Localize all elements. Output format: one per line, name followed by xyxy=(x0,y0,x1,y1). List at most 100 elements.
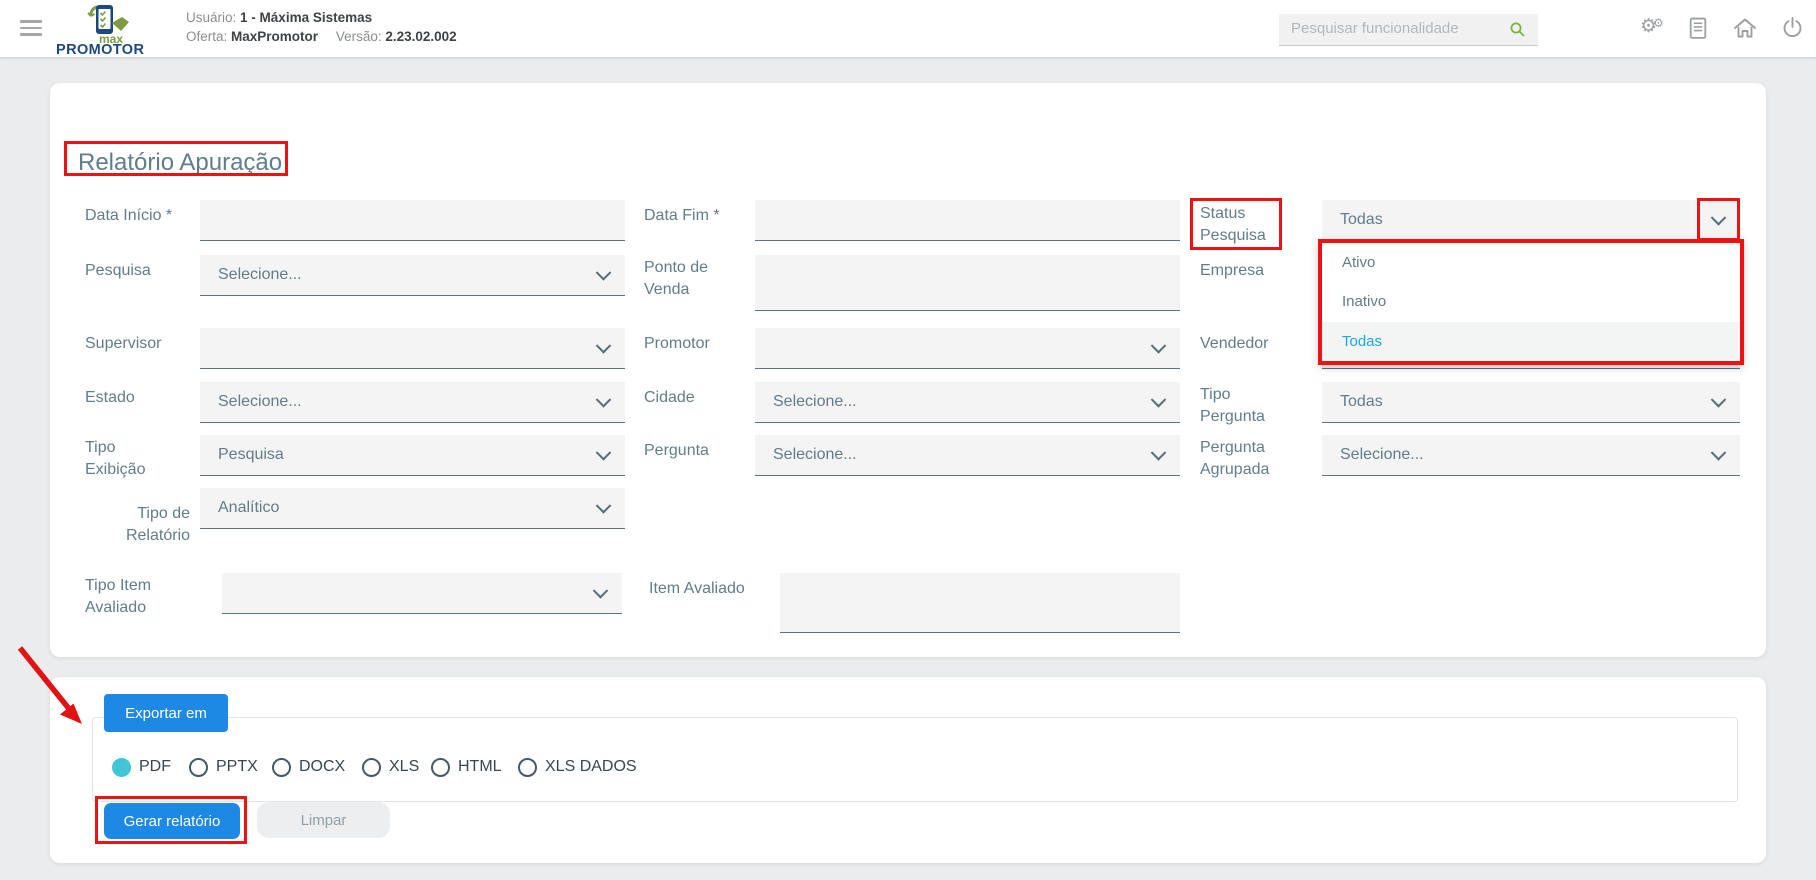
format-label: PPTX xyxy=(216,758,258,775)
clear-button[interactable]: Limpar xyxy=(257,802,390,838)
top-bar: max PROMOTOR Usuário: 1 - Máxima Sistema… xyxy=(0,0,1816,58)
field-label-data-inicio: Data Início * xyxy=(85,207,173,224)
format-label: DOCX xyxy=(299,758,346,775)
data-inicio-input[interactable] xyxy=(200,200,625,241)
tipo-exibicao-value: Pesquisa xyxy=(218,446,284,463)
chevron-down-icon[interactable] xyxy=(595,392,612,408)
field-label-item-avaliado: Item Avaliado xyxy=(649,580,745,597)
ponto-de-venda-input[interactable] xyxy=(755,255,1180,311)
chevron-down-icon[interactable] xyxy=(1710,392,1727,408)
chevron-down-icon[interactable] xyxy=(1150,338,1167,354)
status-pesquisa-value: Todas xyxy=(1340,211,1383,228)
estado-value: Selecione... xyxy=(218,393,302,410)
app-logo: max PROMOTOR xyxy=(55,2,165,58)
page-title: Relatório Apuração xyxy=(78,149,283,176)
chevron-down-icon[interactable] xyxy=(595,265,612,281)
export-in-button[interactable]: Exportar em xyxy=(104,694,228,732)
tipo-exibicao-select[interactable]: Pesquisa xyxy=(200,435,625,476)
tipo-relatorio-value: Analítico xyxy=(218,499,280,516)
tipo-pergunta-value: Todas xyxy=(1340,393,1383,410)
version-label: Versão: xyxy=(335,29,382,44)
radio-icon[interactable] xyxy=(518,757,537,777)
pergunta-value: Selecione... xyxy=(773,446,857,463)
export-card: Exportar em PDF PPTX DOCX XLS HTML XLS D… xyxy=(50,677,1766,863)
power-icon[interactable] xyxy=(1781,16,1807,42)
field-label-promotor: Promotor xyxy=(644,335,710,352)
pesquisa-value: Selecione... xyxy=(218,266,302,283)
field-label-data-fim: Data Fim * xyxy=(644,207,720,224)
user-label: Usuário: xyxy=(186,10,237,25)
format-option-pdf[interactable]: PDF xyxy=(112,755,171,779)
field-label-tipo-relatorio: Tipo de Relatório xyxy=(125,505,190,544)
report-form-card: Relatório Apuração Data Início * Data Fi… xyxy=(50,83,1766,657)
format-option-xls-dados[interactable]: XLS DADOS xyxy=(518,755,637,779)
user-value: 1 - Máxima Sistemas xyxy=(240,10,373,25)
radio-icon[interactable] xyxy=(189,757,208,777)
field-label-pergunta-agrupada: Pergunta Agrupada xyxy=(1200,439,1270,478)
status-dropdown-panel: Ativo Inativo Todas xyxy=(1318,239,1744,365)
chevron-down-icon[interactable] xyxy=(595,498,612,514)
pergunta-agrupada-select[interactable]: Selecione... xyxy=(1322,435,1740,476)
chevron-down-icon[interactable] xyxy=(1710,210,1727,226)
format-label: PDF xyxy=(139,758,171,775)
field-label-cidade: Cidade xyxy=(644,389,695,406)
session-info: Usuário: 1 - Máxima Sistemas Oferta: Max… xyxy=(186,8,457,46)
field-label-pesquisa: Pesquisa xyxy=(85,262,151,279)
supervisor-select[interactable] xyxy=(200,328,625,369)
cidade-value: Selecione... xyxy=(773,393,857,410)
tipo-pergunta-select[interactable]: Todas xyxy=(1322,382,1740,423)
radio-icon[interactable] xyxy=(362,757,381,777)
estado-select[interactable]: Selecione... xyxy=(200,382,625,423)
chevron-down-icon[interactable] xyxy=(592,583,609,599)
dropdown-option-todas[interactable]: Todas xyxy=(1322,321,1740,361)
chevron-down-icon[interactable] xyxy=(1710,445,1727,461)
search-icon[interactable] xyxy=(1509,21,1526,38)
field-label-empresa: Empresa xyxy=(1200,262,1265,279)
field-label-tipo-exibicao: Tipo Exibição xyxy=(85,439,146,478)
search-functionality xyxy=(1279,14,1538,46)
logo-text-promotor: PROMOTOR xyxy=(56,42,145,58)
dropdown-option-inativo[interactable]: Inativo xyxy=(1322,282,1740,321)
tipo-relatorio-select[interactable]: Analítico xyxy=(200,488,625,529)
tipo-item-avaliado-select[interactable] xyxy=(222,573,622,614)
pesquisa-select[interactable]: Selecione... xyxy=(200,255,625,296)
search-input[interactable] xyxy=(1279,14,1509,43)
field-label-pergunta: Pergunta xyxy=(644,442,709,459)
status-pesquisa-select[interactable]: Todas xyxy=(1322,200,1740,241)
radio-icon[interactable] xyxy=(272,757,291,777)
field-label-estado: Estado xyxy=(85,389,135,406)
format-option-html[interactable]: HTML xyxy=(431,755,502,779)
format-option-xls[interactable]: XLS xyxy=(362,755,419,779)
cidade-select[interactable]: Selecione... xyxy=(755,382,1180,423)
pergunta-agrupada-value: Selecione... xyxy=(1340,446,1424,463)
format-option-pptx[interactable]: PPTX xyxy=(189,755,258,779)
data-fim-input[interactable] xyxy=(755,200,1180,241)
format-label: XLS DADOS xyxy=(545,758,637,775)
format-label: HTML xyxy=(458,758,502,775)
promotor-select[interactable] xyxy=(755,328,1180,369)
version-value: 2.23.02.002 xyxy=(385,29,457,44)
field-label-vendedor: Vendedor xyxy=(1200,335,1269,352)
field-label-status-pesquisa: Status Pesquisa xyxy=(1200,205,1266,244)
radio-selected-icon[interactable] xyxy=(112,757,131,777)
chevron-down-icon[interactable] xyxy=(595,445,612,461)
radio-icon[interactable] xyxy=(431,757,450,777)
home-icon[interactable] xyxy=(1733,17,1759,43)
chevron-down-icon[interactable] xyxy=(1150,392,1167,408)
field-label-ponto-de-venda: Ponto de Venda xyxy=(644,259,709,298)
field-label-tipo-item-avaliado: Tipo Item Avaliado xyxy=(85,577,152,616)
menu-icon[interactable] xyxy=(20,20,42,36)
dropdown-option-ativo[interactable]: Ativo xyxy=(1322,243,1740,282)
field-label-supervisor: Supervisor xyxy=(85,335,162,352)
item-avaliado-input[interactable] xyxy=(780,573,1180,633)
offer-label: Oferta: xyxy=(186,29,228,44)
settings-icon[interactable]: ⚙ ⚙ xyxy=(1640,16,1666,42)
field-label-tipo-pergunta: Tipo Pergunta xyxy=(1200,386,1265,425)
generate-report-button[interactable]: Gerar relatório xyxy=(104,803,240,839)
format-option-docx[interactable]: DOCX xyxy=(272,755,345,779)
format-label: XLS xyxy=(389,758,420,775)
chevron-down-icon[interactable] xyxy=(595,338,612,354)
pergunta-select[interactable]: Selecione... xyxy=(755,435,1180,476)
report-icon[interactable] xyxy=(1687,17,1713,43)
chevron-down-icon[interactable] xyxy=(1150,445,1167,461)
